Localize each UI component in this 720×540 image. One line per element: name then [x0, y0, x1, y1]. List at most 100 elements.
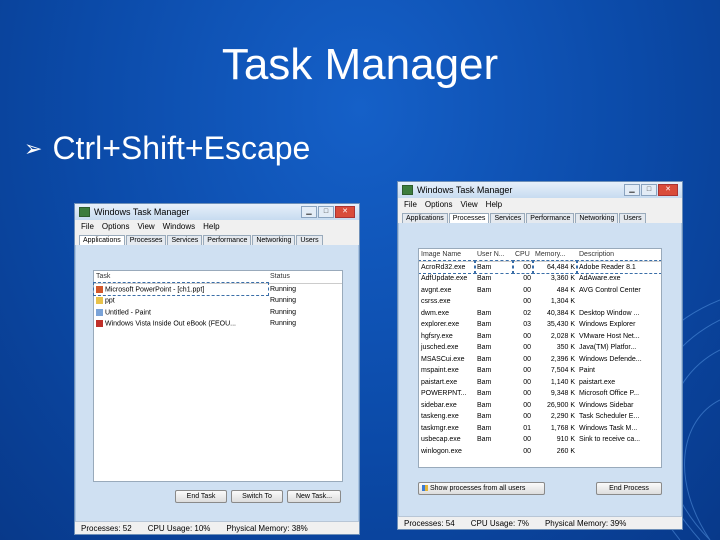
process-user-name [475, 446, 513, 458]
table-row[interactable]: AdfUpdate.exe Bam 00 3,360 K AdAware.exe [419, 273, 661, 285]
minimize-button[interactable]: ▁ [301, 206, 317, 218]
tab-services[interactable]: Services [490, 213, 526, 223]
process-description: Microsoft Office P... [579, 390, 640, 398]
process-cpu: 00 [523, 344, 531, 352]
close-button[interactable]: ✕ [658, 184, 678, 196]
table-row[interactable]: paistart.exe Bam 00 1,140 K paistart.exe [419, 377, 661, 389]
status-memory: Physical Memory: 38% [226, 523, 308, 533]
menu-windows[interactable]: Windows [163, 222, 195, 231]
tab-processes[interactable]: Processes [448, 213, 490, 223]
process-user-name: Bam [477, 275, 492, 283]
switch-to-button[interactable]: Switch To [231, 490, 283, 503]
column-memory[interactable]: Memory... [533, 249, 577, 262]
table-row[interactable]: csrss.exe 00 1,304 K [419, 296, 661, 308]
process-description [577, 446, 661, 458]
process-description: Windows Explorer [579, 321, 636, 329]
tab-performance[interactable]: Performance [526, 213, 575, 223]
processes-list[interactable]: Image Name User N... CPU Memory... Descr… [418, 248, 662, 468]
table-row[interactable]: jusched.exe Bam 00 350 K Java(TM) Platfor... [419, 342, 661, 354]
menu-view[interactable]: View [137, 222, 154, 231]
end-task-button[interactable]: End Task [175, 490, 227, 503]
column-cpu[interactable]: CPU [513, 249, 533, 262]
table-row[interactable]: winlogon.exe 00 260 K [419, 446, 661, 458]
menu-options[interactable]: Options [425, 200, 453, 209]
table-row[interactable]: explorer.exe Bam 03 35,430 K Windows Explore… [419, 319, 661, 331]
status-processes: Processes: 54 [404, 518, 455, 528]
menu-file[interactable]: File [404, 200, 417, 209]
tab-performance[interactable]: Performance [203, 235, 252, 245]
tab-networking[interactable]: Networking [252, 235, 296, 245]
process-image-name: paistart.exe [421, 378, 458, 386]
table-row[interactable]: taskeng.exe Bam 00 2,290 K Task Scheduler E.… [419, 411, 661, 423]
table-row[interactable]: taskmgr.exe Bam 01 1,768 K Windows Task M... [419, 423, 661, 435]
process-image-name: POWERPNT... [421, 390, 467, 398]
table-row[interactable]: AcroRd32.exe Bam 00 64,484 K Adobe Reader 8.… [419, 260, 661, 274]
process-description: paistart.exe [579, 378, 616, 386]
tab-strip: Applications Processes Services Performa… [398, 210, 682, 223]
column-user-name[interactable]: User N... [475, 249, 513, 262]
process-memory: 1,140 K [550, 378, 575, 386]
process-user-name: Bam [477, 390, 492, 398]
table-row[interactable]: sidebar.exe Bam 00 26,900 K Windows Sidebar [419, 400, 661, 412]
tab-applications[interactable]: Applications [402, 213, 448, 223]
table-row[interactable]: Windows Vista Inside Out eBook (FEOU... … [94, 318, 342, 330]
process-description: Java(TM) Platfor... [579, 344, 637, 352]
table-row[interactable]: hgfsry.exe Bam 00 2,028 K VMware Host Net... [419, 331, 661, 343]
process-memory: 484 K [556, 286, 575, 294]
column-status[interactable]: Status [268, 271, 342, 284]
maximize-button[interactable]: □ [641, 184, 657, 196]
table-row[interactable]: usbecap.exe Bam 00 910 K Sink to receive ca.… [419, 434, 661, 446]
process-memory: 350 K [556, 344, 575, 352]
folder-icon [96, 297, 103, 305]
close-button[interactable]: ✕ [335, 206, 355, 218]
table-row[interactable]: Untitled - Paint Running [94, 307, 342, 319]
process-cpu: 00 [523, 401, 531, 409]
menu-options[interactable]: Options [102, 222, 130, 231]
table-row[interactable]: avgnt.exe Bam 00 484 K AVG Control Center [419, 285, 661, 297]
tab-users[interactable]: Users [296, 235, 323, 245]
process-memory: 1,304 K [550, 298, 575, 306]
process-description: Paint [579, 367, 595, 375]
show-all-processes-button[interactable]: Show processes from all users [418, 482, 545, 495]
process-description: AdAware.exe [579, 275, 621, 283]
minimize-button[interactable]: ▁ [624, 184, 640, 196]
table-row[interactable]: ppt Running [94, 295, 342, 307]
table-row[interactable]: MSASCui.exe Bam 00 2,396 K Windows Defende..… [419, 354, 661, 366]
new-task-button[interactable]: New Task... [287, 490, 341, 503]
column-task[interactable]: Task [94, 271, 268, 284]
title-bar[interactable]: Windows Task Manager ▁ □ ✕ [75, 204, 359, 220]
menu-view[interactable]: View [460, 200, 477, 209]
maximize-button[interactable]: □ [318, 206, 334, 218]
powerpoint-icon [96, 285, 103, 293]
menu-help[interactable]: Help [203, 222, 219, 231]
process-cpu: 03 [523, 321, 531, 329]
process-memory: 2,396 K [550, 355, 575, 363]
tab-services[interactable]: Services [167, 235, 203, 245]
end-process-button[interactable]: End Process [596, 482, 662, 495]
tab-users[interactable]: Users [619, 213, 646, 223]
table-row[interactable]: POWERPNT... Bam 00 9,348 K Microsoft Office … [419, 388, 661, 400]
tab-processes[interactable]: Processes [125, 235, 167, 245]
task-status: Running [270, 308, 297, 316]
tab-applications[interactable]: Applications [79, 235, 125, 245]
applications-list[interactable]: Task Status Microsoft PowerPoint - [ch1.… [93, 270, 343, 482]
table-row[interactable]: dwm.exe Bam 02 40,384 K Desktop Window ... [419, 308, 661, 320]
task-name: Untitled - Paint [105, 308, 151, 316]
menu-bar: File Options View Windows Help [75, 220, 359, 232]
window-title: Windows Task Manager [94, 207, 190, 217]
title-bar[interactable]: Windows Task Manager ▁ □ ✕ [398, 182, 682, 198]
menu-help[interactable]: Help [486, 200, 502, 209]
table-row[interactable]: mspaint.exe Bam 00 7,504 K Paint [419, 365, 661, 377]
process-cpu: 00 [523, 298, 531, 306]
process-cpu: 00 [523, 436, 531, 444]
task-manager-window-processes: Windows Task Manager ▁ □ ✕ File Options … [397, 181, 683, 530]
process-memory: 260 K [556, 447, 575, 455]
table-row[interactable]: Microsoft PowerPoint - [ch1.ppt] Running [93, 282, 342, 296]
process-memory: 2,028 K [550, 332, 575, 340]
process-user-name: Bam [477, 309, 492, 317]
menu-file[interactable]: File [81, 222, 94, 231]
column-description[interactable]: Description [577, 249, 661, 262]
process-memory: 35,430 K [546, 321, 575, 329]
column-image-name[interactable]: Image Name [419, 249, 475, 262]
tab-networking[interactable]: Networking [575, 213, 619, 223]
